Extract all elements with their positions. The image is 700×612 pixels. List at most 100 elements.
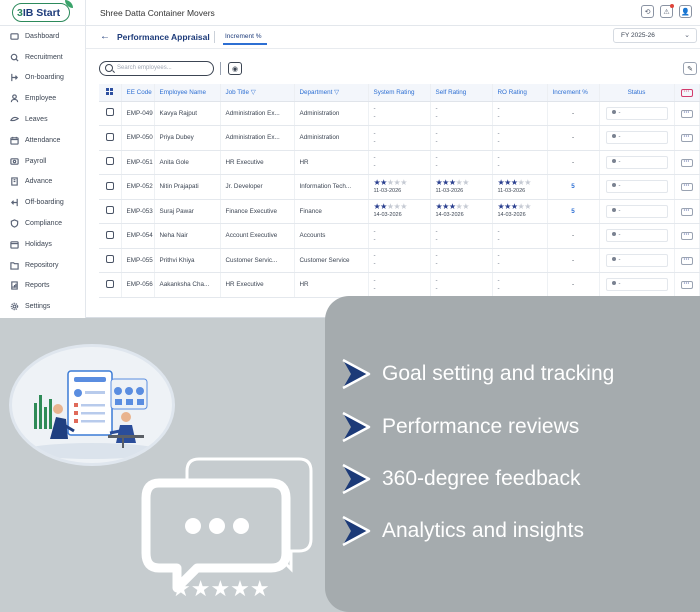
table-row[interactable]: EMP-053 Suraj Pawar Finance Executive Finan… [99, 199, 700, 224]
self-rating-cell: ★★★★★ 14-03-2026 [430, 199, 493, 224]
actions-cell: ··· [674, 174, 700, 200]
col-increment[interactable]: Increment % [547, 84, 600, 102]
status-select[interactable]: - [605, 106, 668, 120]
sidebar: Dashboard Recruitment On-boarding Employ… [0, 26, 86, 318]
status-cell: - [599, 248, 675, 273]
sidebar-item-leaves[interactable]: Leaves [0, 109, 85, 130]
sidebar-item-onboarding[interactable]: On-boarding [0, 68, 85, 89]
row-checkbox[interactable] [105, 132, 114, 141]
more-actions-icon[interactable]: ··· [680, 232, 693, 241]
status-select[interactable]: - [605, 180, 668, 194]
more-actions-icon[interactable]: ··· [680, 109, 693, 118]
col-self-rating[interactable]: Self Rating [430, 84, 493, 102]
self-rating-cell: -- [430, 150, 493, 175]
rating-date: 11-03-2026 [497, 187, 526, 194]
table-row[interactable]: EMP-050 Priya Dubey Administration Ex... Ad… [99, 125, 700, 151]
status-cell: - [599, 101, 675, 126]
ro-rating-cell: -- [492, 150, 548, 175]
sidebar-item-recruitment[interactable]: Recruitment [0, 47, 85, 68]
sidebar-item-offboarding[interactable]: Off-boarding [0, 192, 85, 213]
row-checkbox[interactable] [105, 230, 114, 239]
self-rating-cell: -- [430, 101, 493, 126]
self-rating-cell: -- [430, 248, 493, 273]
fy-select[interactable]: FY 2025-26 ⌄ [613, 28, 697, 43]
chevron-right-icon [342, 515, 371, 547]
edit-button[interactable]: ✎ [683, 62, 697, 75]
sidebar-item-repository[interactable]: Repository [0, 255, 85, 276]
col-system-rating[interactable]: System Rating [368, 84, 431, 102]
row-checkbox[interactable] [105, 181, 114, 190]
top-bar: 3 IB Start Shree Datta Container Movers ⟲… [0, 0, 700, 26]
sidebar-item-settings[interactable]: Settings [0, 296, 85, 317]
status-select[interactable]: - [605, 204, 668, 218]
row-checkbox[interactable] [105, 108, 114, 117]
view-toggle-button[interactable]: ◉ [228, 62, 242, 75]
row-checkbox[interactable] [105, 279, 114, 288]
more-actions-icon[interactable]: ··· [680, 207, 693, 216]
table-row[interactable]: EMP-055 Prithvi Khiya Customer Servic... Cu… [99, 248, 700, 273]
row-checkbox[interactable] [105, 206, 114, 215]
row-checkbox-cell [99, 223, 122, 249]
sidebar-item-holidays[interactable]: Holidays [0, 234, 85, 255]
grid-icon [106, 87, 114, 95]
sidebar-item-attendance[interactable]: Attendance [0, 130, 85, 151]
feature-item-360-feedback: 360-degree feedback [340, 463, 581, 495]
sidebar-item-reports[interactable]: Reports [0, 276, 85, 297]
table-row[interactable]: EMP-051 Anita Gole HR Executive HR - - - - - - - - ·… [99, 150, 700, 175]
ro-rating-cell: -- [492, 125, 548, 151]
star-rating: ★★★★★ [497, 177, 532, 187]
more-actions-icon[interactable]: ··· [680, 134, 693, 143]
star-rating: ★★★★★ [497, 202, 532, 212]
reports-icon [9, 281, 19, 291]
sidebar-item-payroll[interactable]: Payroll [0, 151, 85, 172]
more-actions-icon[interactable]: ··· [680, 158, 693, 167]
col-status[interactable]: Status [599, 84, 675, 102]
leaf-icon [65, 0, 73, 8]
chat-feedback-icon: ★★★★★ [141, 457, 313, 602]
status-dot-icon [611, 109, 616, 114]
status-select[interactable]: - [605, 229, 668, 243]
sidebar-item-dashboard[interactable]: Dashboard [0, 26, 85, 47]
col-ee-code[interactable]: EE Code [121, 84, 155, 102]
employee-name-cell: Neha Nair [154, 223, 221, 249]
chevron-right-icon [342, 358, 371, 390]
status-select[interactable]: - [605, 253, 668, 267]
more-actions-icon[interactable]: ··· [680, 256, 693, 265]
column-settings[interactable] [99, 84, 122, 102]
svg-text:★★★★★: ★★★★★ [171, 577, 270, 602]
status-select[interactable]: - [605, 155, 668, 169]
col-employee-name[interactable]: Employee Name [154, 84, 221, 102]
logo-text: IB Start [22, 6, 61, 19]
back-arrow-icon[interactable]: ← [100, 31, 110, 42]
table-row[interactable]: EMP-056 Aakanksha Cha... HR Executive HR - - -… [99, 272, 700, 298]
sidebar-item-advance[interactable]: Advance [0, 172, 85, 193]
col-ro-rating[interactable]: RO Rating [492, 84, 548, 102]
increment-cell: - [547, 125, 600, 151]
user-icon[interactable]: 👤 [679, 5, 692, 18]
sidebar-item-compliance[interactable]: Compliance [0, 213, 85, 234]
sys-rating-cell: -- [368, 125, 431, 151]
status-cell: - [599, 150, 675, 175]
status-select[interactable]: - [605, 131, 668, 145]
sys-rating-cell: -- [368, 101, 431, 126]
tab-increment[interactable]: Increment % [225, 33, 262, 40]
table-row[interactable]: EMP-054 Neha Nair Account Executive Account… [99, 223, 700, 249]
table-row[interactable]: EMP-052 Nitin Prajapati Jr. Developer Infor… [99, 174, 700, 200]
col-job-title[interactable]: Job Title ▽ [220, 84, 295, 102]
notification-icon[interactable]: ⚠ [660, 4, 674, 18]
table-row[interactable]: EMP-049 Kavya Rajput Administration Ex... A… [99, 101, 700, 126]
row-checkbox[interactable] [105, 255, 114, 264]
more-icon[interactable]: ··· [680, 88, 693, 97]
row-checkbox-cell [99, 150, 122, 175]
status-select[interactable]: - [605, 278, 668, 292]
refresh-icon[interactable]: ⟲ [641, 5, 654, 18]
job-title-cell: Administration Ex... [220, 125, 295, 151]
search-input[interactable]: Search employees... [99, 61, 214, 76]
sidebar-item-employee[interactable]: Employee [0, 88, 85, 109]
more-actions-icon[interactable]: ··· [680, 281, 693, 290]
more-actions-icon[interactable]: ··· [680, 183, 693, 192]
row-checkbox-cell [99, 101, 122, 126]
row-checkbox[interactable] [105, 157, 114, 166]
brand-logo[interactable]: 3 IB Start [12, 0, 73, 22]
col-department[interactable]: Department ▽ [294, 84, 369, 102]
